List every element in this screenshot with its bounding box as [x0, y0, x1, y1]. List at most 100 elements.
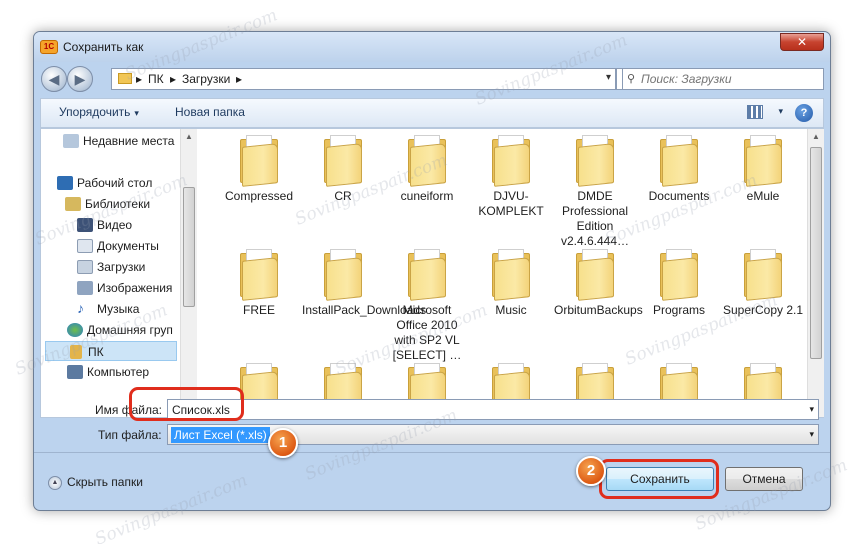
- view-options-icon[interactable]: [747, 105, 763, 119]
- hide-folders-label: Скрыть папки: [67, 475, 143, 489]
- libraries-icon: [65, 197, 81, 211]
- sidebar-item-label: Домашняя груп: [87, 323, 173, 337]
- list-item[interactable]: SuperCopy 2.1: [722, 249, 803, 318]
- chevron-down-icon[interactable]: ▾: [778, 106, 783, 117]
- sidebar-item-recent[interactable]: Недавние места: [59, 131, 196, 151]
- sidebar-item-homegroup[interactable]: Домашняя груп: [63, 320, 196, 340]
- list-item[interactable]: Programs: [638, 249, 720, 318]
- search-input[interactable]: [623, 69, 793, 89]
- downloads-icon: [77, 260, 93, 274]
- sidebar-item-label: Компьютер: [87, 365, 150, 379]
- file-name: OrbitumBackups: [554, 303, 643, 317]
- command-bar: Упорядочить ▾ Новая папка ▾ ?: [40, 98, 824, 128]
- files-scrollbar[interactable]: ▲ ▼: [807, 129, 824, 417]
- close-button[interactable]: ✕: [780, 33, 824, 51]
- folder-icon: [236, 135, 282, 187]
- filename-field[interactable]: Список.xls ▾: [167, 399, 819, 420]
- file-name: Music: [495, 303, 527, 317]
- sidebar-item-label: ПК: [88, 345, 104, 359]
- breadcrumb-separator[interactable]: ▸: [136, 72, 142, 86]
- list-item[interactable]: InstallPack_Downloads: [302, 249, 427, 318]
- folder-icon: [740, 249, 786, 301]
- list-item[interactable]: Microsoft Office 2010 with SP2 VL [SELEC…: [386, 249, 468, 363]
- folder-icon: [404, 249, 450, 301]
- list-item[interactable]: Documents: [638, 135, 720, 204]
- sidebar-item-music[interactable]: ♪ Музыка: [73, 299, 196, 319]
- pc-icon: [70, 345, 82, 359]
- search-icon: ⚲: [627, 73, 636, 85]
- breadcrumb-pc[interactable]: ПК: [148, 72, 164, 86]
- recent-places-icon: [63, 134, 79, 148]
- scroll-up-icon[interactable]: ▲: [808, 129, 824, 145]
- back-button[interactable]: ◀: [41, 66, 67, 92]
- list-item[interactable]: eMule: [722, 135, 803, 204]
- chevron-down-icon[interactable]: ▾: [809, 404, 814, 415]
- address-dropdown-icon[interactable]: ▾: [606, 72, 611, 83]
- cancel-button[interactable]: Отмена: [725, 467, 803, 491]
- step-badge-2: 2: [576, 456, 606, 486]
- sidebar-item-computer[interactable]: Компьютер: [63, 362, 196, 382]
- sidebar-item-downloads[interactable]: Загрузки: [73, 257, 196, 277]
- sidebar-item-pc[interactable]: ПК: [45, 341, 177, 361]
- desktop-icon: [57, 176, 73, 190]
- folder-icon: [572, 135, 618, 187]
- sidebar-item-label: Рабочий стол: [77, 176, 153, 190]
- list-item[interactable]: DMDE Professional Edition v2.4.6.444…: [554, 135, 636, 249]
- folder-icon: [572, 249, 618, 301]
- folder-icon: [740, 135, 786, 187]
- list-item[interactable]: FREE: [218, 249, 300, 318]
- forward-button[interactable]: ▶: [67, 66, 93, 92]
- filetype-select[interactable]: Лист Excel (*.xls) ▾: [167, 424, 819, 445]
- navigation-pane: Недавние места Рабочий стол Библиотеки В…: [41, 129, 196, 417]
- filetype-label: Тип файла:: [98, 428, 162, 442]
- documents-icon: [77, 239, 93, 253]
- folder-icon: [488, 135, 534, 187]
- file-name: InstallPack_Downloads: [302, 303, 427, 317]
- breadcrumb-downloads[interactable]: Загрузки: [182, 72, 230, 86]
- title-bar: 1C Сохранить как ✕: [34, 32, 830, 62]
- list-item[interactable]: CR: [302, 135, 384, 204]
- file-name: CR: [334, 189, 352, 203]
- file-list: Compressed CR cuneiform DJVU-KOMPLEKT DMDE P…: [218, 129, 803, 417]
- sidebar-item-libraries[interactable]: Библиотеки: [61, 194, 196, 214]
- list-item[interactable]: Music: [470, 249, 552, 318]
- organize-button[interactable]: Упорядочить ▾: [59, 105, 139, 119]
- file-name: FREE: [242, 303, 275, 317]
- sidebar-item-documents[interactable]: Документы: [73, 236, 196, 256]
- scroll-thumb[interactable]: [183, 187, 195, 307]
- chevron-down-icon[interactable]: ▾: [809, 429, 814, 440]
- sidebar-item-label: Видео: [97, 218, 133, 232]
- breadcrumb-separator[interactable]: ▸: [236, 72, 242, 86]
- music-icon: ♪: [77, 300, 84, 316]
- list-item[interactable]: cuneiform: [386, 135, 468, 204]
- scroll-up-icon[interactable]: ▲: [181, 129, 197, 145]
- hide-folders-button[interactable]: ▲ Скрыть папки: [48, 475, 143, 490]
- sidebar-scrollbar[interactable]: ▲ ▼: [180, 129, 197, 417]
- highlight-save: [599, 459, 719, 499]
- new-folder-button[interactable]: Новая папка: [175, 105, 245, 119]
- sidebar-item-desktop[interactable]: Рабочий стол: [53, 173, 193, 193]
- file-name: Programs: [652, 303, 705, 317]
- file-name: SuperCopy 2.1: [722, 303, 803, 317]
- highlight-filetype: [129, 387, 244, 421]
- file-name: cuneiform: [400, 189, 454, 203]
- sidebar-item-label: Изображения: [97, 281, 173, 295]
- footer-divider: [34, 452, 830, 453]
- sidebar-item-label: Загрузки: [97, 260, 146, 274]
- homegroup-icon: [67, 323, 83, 337]
- address-bar[interactable]: ▸ ПК ▸ Загрузки ▸ ▾: [111, 68, 616, 90]
- breadcrumb-separator[interactable]: ▸: [170, 72, 176, 86]
- scroll-thumb[interactable]: [810, 147, 822, 359]
- list-item[interactable]: DJVU-KOMPLEKT: [470, 135, 552, 219]
- list-item[interactable]: OrbitumBackups: [554, 249, 643, 318]
- folder-icon: [320, 249, 366, 301]
- search-box[interactable]: ⚲: [622, 68, 824, 90]
- sidebar-item-label: Документы: [97, 239, 159, 253]
- help-icon[interactable]: ?: [795, 104, 813, 122]
- list-item[interactable]: Compressed: [218, 135, 300, 204]
- filetype-value: Лист Excel (*.xls): [171, 427, 270, 443]
- sidebar-item-video[interactable]: Видео: [73, 215, 196, 235]
- sidebar-item-pictures[interactable]: Изображения: [73, 278, 196, 298]
- folder-icon: [488, 249, 534, 301]
- sidebar-item-label: Музыка: [97, 302, 140, 316]
